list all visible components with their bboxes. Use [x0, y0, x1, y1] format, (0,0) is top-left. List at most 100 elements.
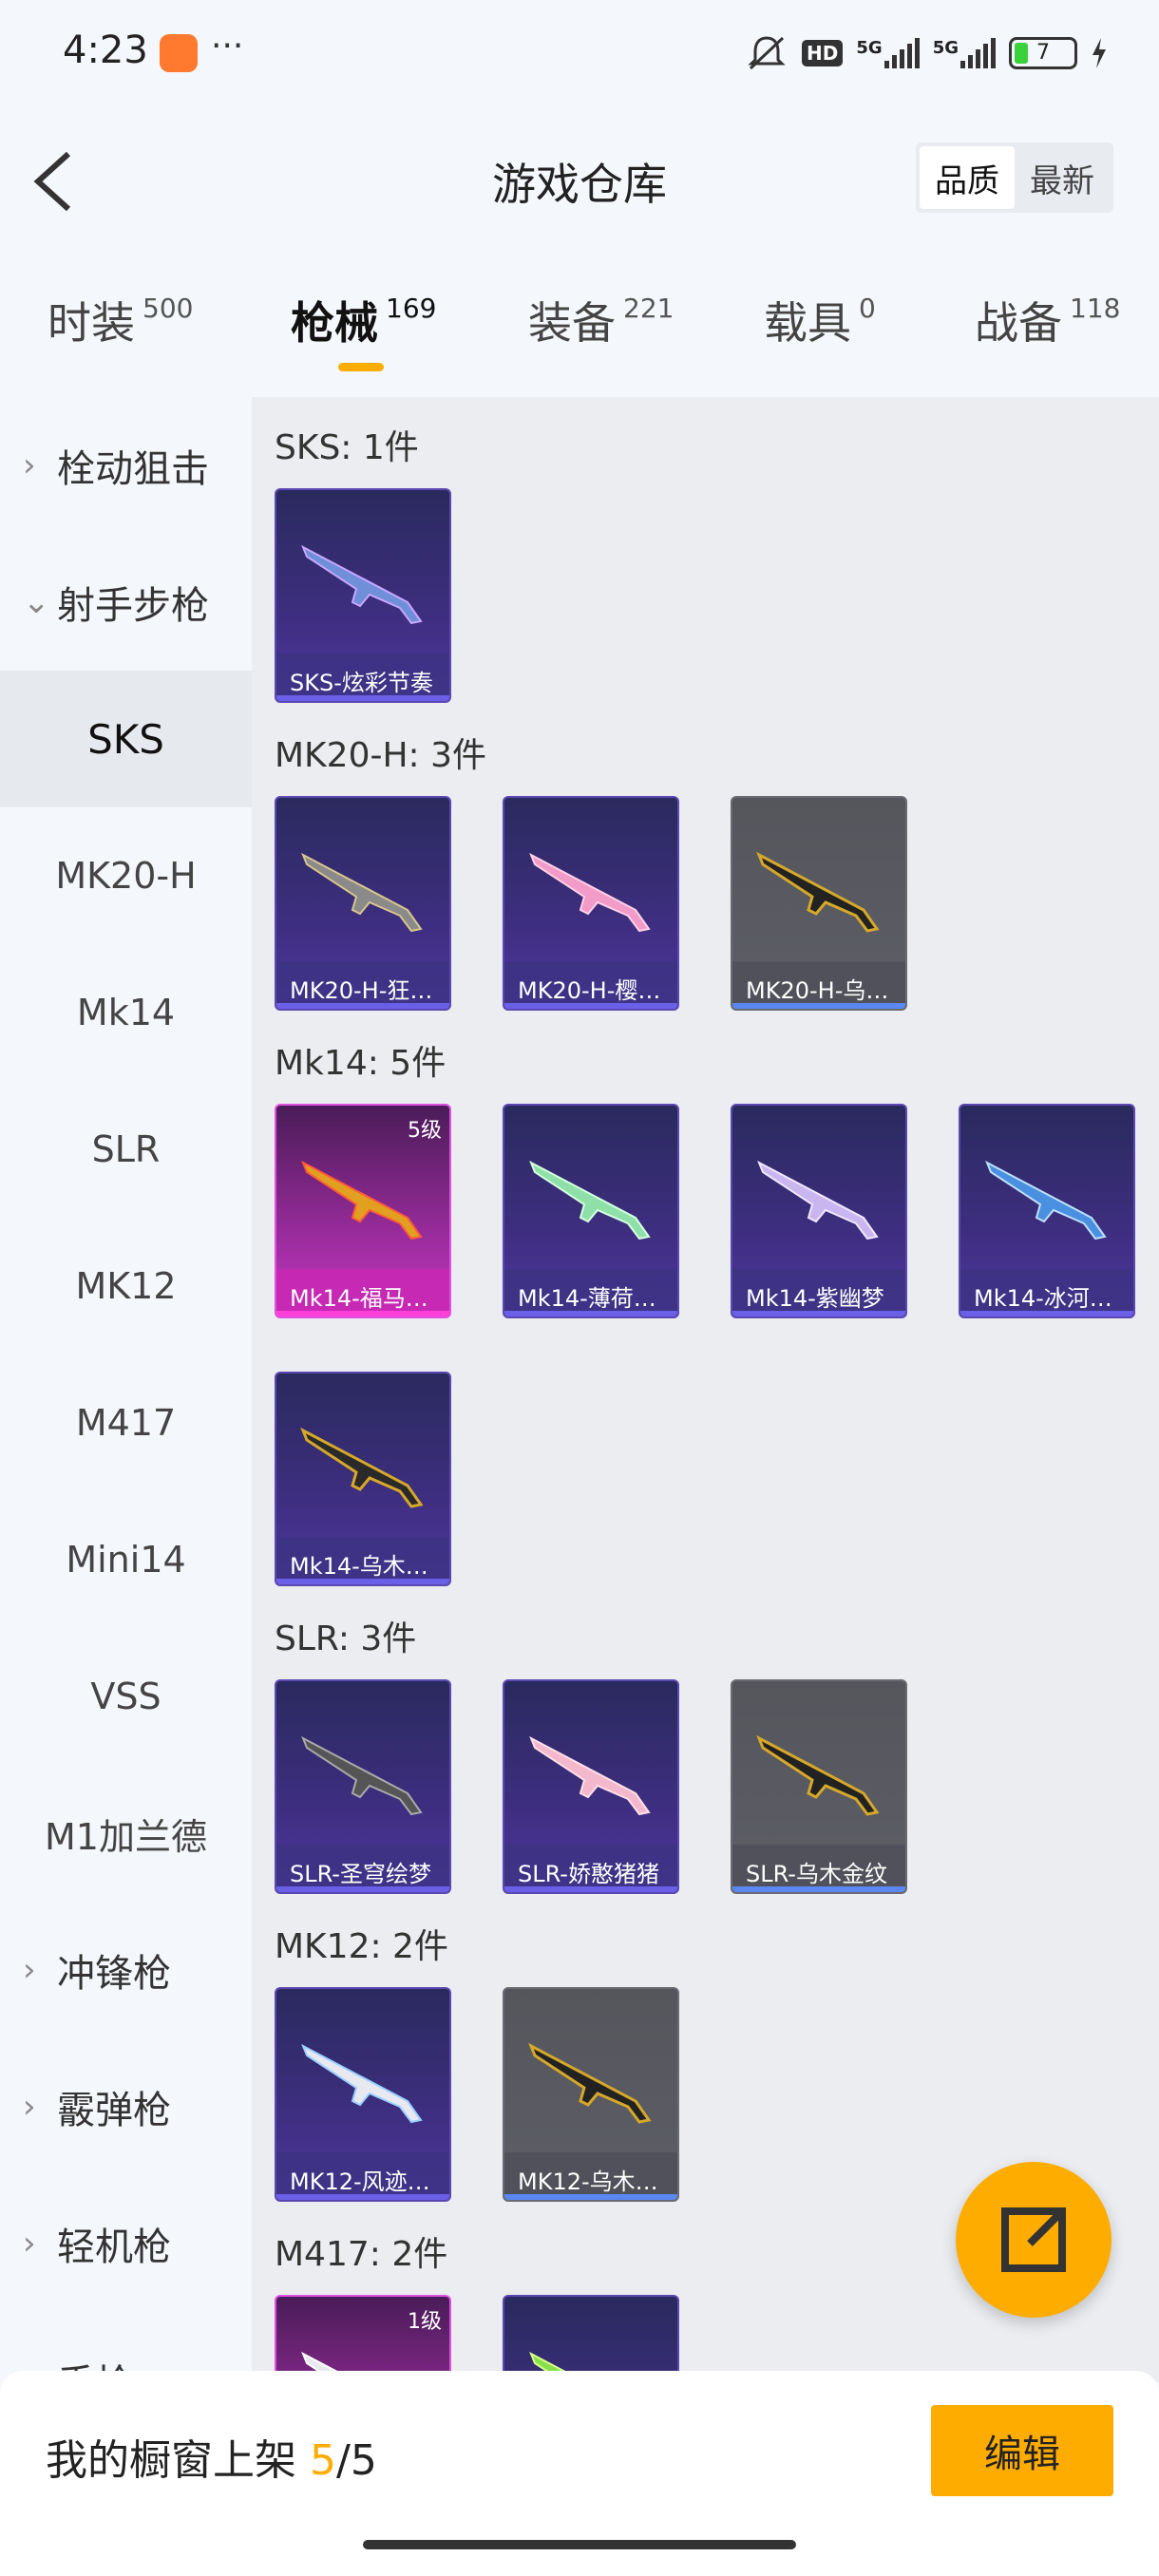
sidebar-item-mk14[interactable]: Mk14	[0, 944, 252, 1081]
tab-fashion[interactable]: 时装 500	[48, 289, 193, 351]
sort-latest-button[interactable]: 最新	[1015, 146, 1110, 209]
share-external-icon	[1001, 2207, 1066, 2272]
sidebar-item-m1-garand[interactable]: M1加兰德	[0, 1765, 252, 1902]
sidebar-item-m417[interactable]: M417	[0, 1354, 252, 1491]
rarity-bar	[504, 1886, 677, 1892]
weapon-name: MK20-H-狂…	[276, 961, 449, 1009]
weapon-card[interactable]: SLR-圣穹绘梦	[275, 1679, 451, 1894]
weapon-card[interactable]: 5级 Mk14-福马…	[275, 1104, 451, 1318]
hd-icon: HD	[802, 40, 844, 66]
weapon-card[interactable]: MK20-H-樱…	[503, 796, 679, 1011]
weapon-card[interactable]: Mk14-冰河…	[959, 1104, 1135, 1318]
rarity-bar	[276, 2194, 449, 2200]
chevron-right-icon: ›	[23, 2225, 36, 2263]
section-title-mk14: Mk14: 5件	[275, 1044, 446, 1083]
weapon-card[interactable]: MK20-H-乌…	[731, 796, 907, 1011]
rarity-bar	[504, 1003, 677, 1009]
weapon-name: MK20-H-樱…	[504, 961, 677, 1009]
category-tabs: 时装 500 枪械 169 装备 221 载具 0 战备 118	[0, 275, 1159, 380]
sort-quality-button[interactable]: 品质	[920, 146, 1015, 209]
weapon-card[interactable]: MK12-风迹…	[275, 1987, 451, 2202]
section-title-sks: SKS: 1件	[275, 428, 419, 467]
sidebar-group-dmr[interactable]: ⌄ 射手步枪	[0, 534, 252, 671]
rifle-icon	[301, 2043, 423, 2124]
sidebar-item-mk12[interactable]: MK12	[0, 1218, 252, 1354]
weapon-name: Mk14-薄荷…	[504, 1269, 677, 1316]
section-title-slr: SLR: 3件	[275, 1619, 417, 1658]
tab-count: 0	[859, 293, 876, 324]
tab-equipment[interactable]: 装备 221	[528, 289, 674, 351]
weapon-card[interactable]: SKS-炫彩节奏	[275, 488, 451, 703]
rifle-icon	[985, 1160, 1107, 1241]
rarity-bar	[276, 1003, 449, 1009]
sidebar-item-label: 冲锋枪	[57, 1952, 171, 1996]
edit-button[interactable]: 编辑	[931, 2405, 1113, 2496]
share-button[interactable]	[956, 2162, 1112, 2318]
weapon-name: Mk14-福马…	[276, 1269, 449, 1316]
tab-supplies[interactable]: 战备 118	[975, 289, 1120, 351]
weapon-card[interactable]: Mk14-乌木…	[275, 1372, 451, 1586]
rifle-icon	[529, 1160, 651, 1241]
battery-level: 7	[1036, 41, 1050, 65]
rifle-icon	[529, 1735, 651, 1816]
sidebar-item-label: 栓动狙击	[57, 447, 209, 491]
tab-label: 战备	[975, 297, 1062, 349]
weapon-card[interactable]: Mk14-紫幽梦	[731, 1104, 907, 1318]
rarity-bar	[732, 1311, 905, 1316]
sidebar-item-sks[interactable]: SKS	[0, 671, 252, 807]
weapon-card[interactable]: SLR-娇憨猪猪	[503, 1679, 679, 1894]
rifle-icon	[757, 1160, 879, 1241]
sidebar-item-vss[interactable]: VSS	[0, 1628, 252, 1765]
weapon-name: SLR-娇憨猪猪	[504, 1845, 677, 1892]
section-title-mk20h: MK20-H: 3件	[275, 736, 487, 775]
rarity-bar	[732, 1003, 905, 1009]
rifle-icon	[528, 2042, 652, 2124]
more-notifications-icon: ···	[211, 27, 244, 66]
signal-icon	[884, 38, 920, 68]
sidebar-group-smg[interactable]: › 冲锋枪	[0, 1902, 252, 2038]
rarity-bar	[276, 695, 449, 701]
rarity-bar	[276, 1311, 449, 1316]
section-title-m417: M417: 2件	[275, 2235, 448, 2274]
showcase-total: /5	[336, 2436, 377, 2485]
app-notification-icon	[160, 34, 198, 72]
sidebar-item-slr[interactable]: SLR	[0, 1081, 252, 1218]
tab-count: 500	[142, 293, 194, 324]
showcase-status: 我的橱窗上架 5/5	[46, 2426, 377, 2487]
rarity-bar	[504, 2194, 677, 2200]
status-bar: 4:23 ··· HD 5G 5G 7	[0, 0, 1159, 104]
sidebar-group-shotgun[interactable]: › 霰弹枪	[0, 2038, 252, 2175]
rifle-icon	[756, 851, 880, 933]
sort-toggle: 品质 最新	[916, 142, 1113, 213]
sidebar-item-mk20h[interactable]: MK20-H	[0, 807, 252, 944]
sidebar-group-bolt-action[interactable]: › 栓动狙击	[0, 397, 252, 534]
weapon-card[interactable]: MK12-乌木…	[503, 1987, 679, 2202]
weapon-card[interactable]	[503, 2295, 679, 2382]
charging-icon	[1092, 38, 1106, 68]
weapon-card[interactable]: MK20-H-狂…	[275, 796, 451, 1011]
weapon-name: MK20-H-乌…	[732, 961, 905, 1009]
weapon-card[interactable]: SLR-乌木金纹	[731, 1679, 907, 1894]
tab-count: 221	[623, 293, 674, 324]
network-type-2: 5G	[932, 38, 959, 58]
home-indicator[interactable]	[363, 2540, 796, 2549]
tab-label: 载具	[764, 297, 851, 349]
status-icons: HD 5G 5G 7	[745, 32, 1108, 74]
weapon-card[interactable]: 1级	[275, 2295, 451, 2382]
weapon-inventory-list: SKS: 1件 SKS-炫彩节奏 MK20-H: 3件 MK20-H-狂… MK…	[252, 397, 1159, 2382]
rifle-icon	[301, 1160, 423, 1241]
weapon-card[interactable]: Mk14-薄荷…	[503, 1104, 679, 1318]
rarity-bar	[732, 1886, 905, 1892]
tab-vehicles[interactable]: 载具 0	[764, 289, 876, 351]
rifle-icon	[756, 1734, 880, 1816]
sidebar-item-label: 射手步枪	[57, 584, 209, 628]
rarity-bar	[276, 1579, 449, 1584]
active-tab-indicator	[338, 363, 384, 371]
showcase-count: 5	[310, 2436, 336, 2485]
sidebar-item-mini14[interactable]: Mini14	[0, 1491, 252, 1628]
signal-icon	[960, 38, 996, 68]
tab-count: 169	[386, 293, 437, 324]
sidebar-group-lmg[interactable]: › 轻机枪	[0, 2175, 252, 2312]
tab-guns[interactable]: 枪械 169	[291, 289, 436, 351]
showcase-bar: 我的橱窗上架 5/5 编辑	[0, 2371, 1159, 2576]
